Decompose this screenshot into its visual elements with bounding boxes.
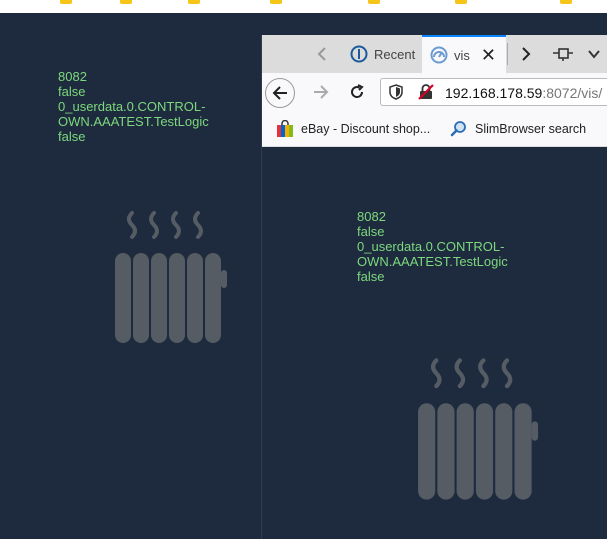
folder-icon	[368, 0, 380, 4]
url-text: 192.168.178.59:8072/vis/	[445, 85, 602, 101]
arrow-left-icon	[272, 86, 287, 100]
tab-recent[interactable]: Recent	[342, 35, 422, 73]
reload-button[interactable]	[340, 78, 374, 106]
top-strip	[0, 0, 607, 13]
info-line: 8082	[357, 209, 386, 224]
plug-icon	[553, 48, 573, 61]
back-button[interactable]	[265, 78, 295, 108]
tab-vis[interactable]: vis ✕	[422, 35, 506, 73]
folder-icon	[120, 0, 132, 4]
info-line: false	[357, 224, 385, 239]
chevron-down-icon	[587, 50, 600, 59]
bookmark-slimbrowser-search[interactable]: SlimBrowser search	[450, 111, 586, 147]
ebay-bag-icon	[276, 120, 294, 138]
folder-icon	[188, 0, 200, 4]
arrow-right-icon	[314, 85, 329, 99]
info-line: 8082	[58, 69, 87, 84]
info-line: false	[58, 129, 86, 144]
info-line: 0_userdata.0.CONTROL-	[357, 239, 505, 254]
info-line: false	[357, 269, 385, 284]
reload-icon	[351, 84, 364, 98]
iobroker-icon	[350, 45, 368, 63]
tab-bar: Recent vis ✕	[262, 35, 607, 73]
tab-label: Recent	[374, 46, 416, 62]
info-line: OWN.AAATEST.TestLogic	[58, 114, 209, 129]
radiator-icon	[418, 358, 539, 500]
bookmark-label: SlimBrowser search	[475, 122, 587, 136]
left-preview-panel: 8082 false 0_userdata.0.CONTROL- OWN.AAA…	[0, 13, 262, 539]
bookmark-label: eBay - Discount shop...	[301, 122, 431, 136]
tab-scroll-left-button[interactable]	[304, 35, 340, 73]
chevron-left-icon	[317, 47, 326, 61]
forward-button[interactable]	[304, 78, 338, 106]
tab-list-button[interactable]	[580, 35, 607, 73]
state-info-text: 8082 false 0_userdata.0.CONTROL- OWN.AAA…	[357, 209, 508, 284]
chevron-right-icon	[522, 47, 531, 61]
url-path: :8072/vis/	[542, 85, 603, 101]
radiator-icon	[115, 211, 227, 343]
state-info-text: 8082 false 0_userdata.0.CONTROL- OWN.AAA…	[58, 69, 209, 144]
browser-window: Recent vis ✕ 192.168.178.59:8072/vis/ eB…	[262, 35, 607, 539]
folder-icon	[560, 0, 572, 4]
folder-icon	[455, 0, 467, 4]
address-bar[interactable]: 192.168.178.59:8072/vis/	[380, 78, 607, 106]
tab-close-button[interactable]: ✕	[481, 45, 496, 66]
bookmarks-toolbar: eBay - Discount shop... SlimBrowser sear…	[262, 111, 607, 147]
bookmark-ebay[interactable]: eBay - Discount shop...	[276, 111, 430, 147]
tab-label: vis	[454, 47, 470, 63]
tab-scroll-right-button[interactable]	[508, 35, 544, 73]
search-icon	[450, 120, 468, 138]
url-host: 192.168.178.59	[445, 85, 543, 101]
vis-gauge-icon	[430, 46, 448, 64]
navigation-toolbar: 192.168.178.59:8072/vis/	[262, 73, 607, 111]
info-line: OWN.AAATEST.TestLogic	[357, 254, 508, 269]
info-line: 0_userdata.0.CONTROL-	[58, 99, 206, 114]
extension-button[interactable]	[546, 35, 580, 73]
folder-icon	[60, 0, 72, 4]
shield-icon[interactable]	[389, 84, 403, 100]
insecure-lock-icon[interactable]	[417, 83, 435, 101]
info-line: false	[58, 84, 86, 99]
folder-icon	[270, 0, 282, 4]
